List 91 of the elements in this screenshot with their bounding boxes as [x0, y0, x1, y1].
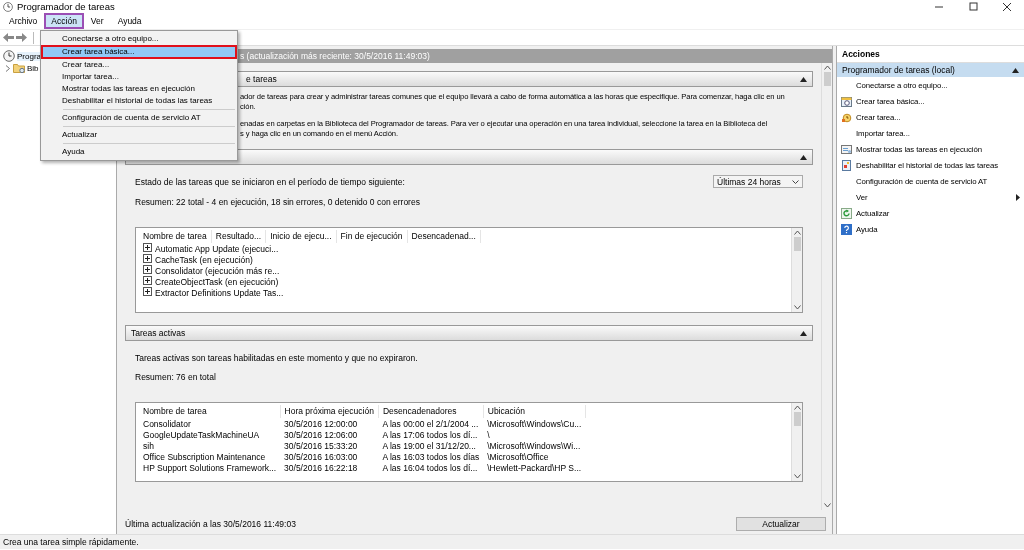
- table-cell-text: A las 16:03 todos los días: [381, 451, 481, 462]
- table-cell-text: Office Subscription Maintenance: [142, 451, 267, 462]
- table-cell: sih: [139, 440, 281, 451]
- table-cell-text: 30/5/2016 16:22:18: [283, 462, 359, 473]
- scrollbar[interactable]: [821, 63, 832, 510]
- table-cell: A las 00:00 el 2/1/2004 ...: [378, 418, 484, 429]
- clock-icon: [841, 111, 852, 123]
- collapse-caret-icon[interactable]: [1012, 67, 1019, 73]
- expand-icon[interactable]: [143, 254, 152, 263]
- scrollbar-thumb[interactable]: [823, 72, 831, 86]
- table-cell-text: HP Support Solutions Framework...: [142, 462, 278, 473]
- table-cell[interactable]: Consolidator (ejecución más re...: [155, 265, 280, 276]
- back-arrow-icon[interactable]: [3, 33, 14, 42]
- expand-icon[interactable]: [143, 276, 152, 285]
- expand-icon[interactable]: [143, 287, 152, 296]
- document-icon: [841, 159, 852, 171]
- table-cell-text: A las 17:06 todos los dí...: [381, 429, 479, 440]
- table-cell[interactable]: Automatic App Update (ejecuci...: [155, 243, 279, 254]
- scrollbar[interactable]: [791, 403, 802, 481]
- table-cell-text: \Microsoft\Windows\Wi...: [486, 440, 582, 451]
- tree-item[interactable]: Progra: [17, 51, 41, 61]
- refresh-button[interactable]: Actualizar: [736, 517, 826, 531]
- panel-header[interactable]: Tareas activas: [125, 325, 813, 341]
- column-header[interactable]: Desencadenadores: [378, 405, 484, 418]
- menu-item[interactable]: Ayuda: [42, 146, 236, 158]
- column-header[interactable]: Nombre de tarea: [139, 405, 281, 418]
- tree-item[interactable]: Bib: [27, 63, 39, 73]
- table-cell-text: \: [486, 429, 491, 440]
- column-header[interactable]: Fin de ejecución: [336, 230, 407, 243]
- summary-text: Resumen: 22 total - 4 en ejecución, 18 sin errores, 0 detenido 0 con errores: [135, 197, 421, 207]
- table-cell-text: A las 19:00 el 31/12/20...: [381, 440, 477, 451]
- table-cell: \Microsoft\Windows\Cu...: [483, 418, 586, 429]
- table-cell[interactable]: Extractor Definitions Update Tas...: [155, 287, 284, 298]
- scroll-down-icon[interactable]: [793, 305, 801, 310]
- table-cell: Consolidator: [139, 418, 281, 429]
- collapse-caret-icon[interactable]: [800, 330, 807, 336]
- menu-item[interactable]: Conectarse a otro equipo...: [42, 33, 236, 45]
- section-header[interactable]: Programador de tareas (local): [837, 63, 1024, 77]
- menu-item[interactable]: Actualizar: [42, 129, 236, 141]
- submenu-arrow-icon: [1016, 193, 1020, 201]
- menu-item[interactable]: Crear tarea...: [42, 59, 236, 71]
- last-update-text: Última actualización a las 30/5/2016 11:49:03: [125, 519, 296, 529]
- table-cell-text: \Microsoft\Office: [486, 451, 550, 462]
- scroll-down-icon[interactable]: [793, 474, 801, 479]
- calendar-icon: [841, 95, 852, 107]
- menu-item[interactable]: Configuración de cuenta de servicio AT: [42, 112, 236, 124]
- column-header[interactable]: Hora próxima ejecución: [280, 405, 379, 418]
- help-icon: [841, 223, 852, 235]
- description-text: Tareas activas son tareas habilitadas en este momento y que no expiraron.: [135, 353, 419, 363]
- menu-item[interactable]: Acción: [44, 13, 84, 29]
- scrollbar[interactable]: [791, 228, 802, 312]
- table-cell-text: A las 16:04 todos los dí...: [381, 462, 479, 473]
- column-header[interactable]: Inicio de ejecu...: [265, 230, 337, 243]
- window-title: Programador de tareas: [17, 1, 116, 12]
- forward-arrow-icon[interactable]: [16, 33, 27, 42]
- clock-icon: [3, 50, 15, 62]
- table-cell[interactable]: CacheTask (en ejecución): [155, 254, 253, 265]
- folder-icon: [13, 63, 25, 73]
- collapse-caret-icon[interactable]: [800, 154, 807, 160]
- scrollbar-thumb[interactable]: [793, 412, 801, 426]
- expand-icon[interactable]: [143, 265, 152, 274]
- scroll-up-icon[interactable]: [793, 230, 801, 235]
- period-dropdown[interactable]: Últimas 24 horas: [713, 175, 803, 188]
- status-text: Crea una tarea simple rápidamente.: [0, 534, 1024, 549]
- table-cell-text: \Hewlett-Packard\HP S...: [486, 462, 583, 473]
- description-text: Estado de las tareas que se iniciaron en el período de tiempo siguiente:: [135, 176, 405, 187]
- summary-text: Resumen: 76 en total: [135, 372, 217, 382]
- scroll-down-icon[interactable]: [823, 503, 831, 508]
- table-cell-text: 30/5/2016 12:06:00: [283, 429, 359, 440]
- column-header[interactable]: Resultado...: [211, 230, 266, 243]
- scrollbar-thumb[interactable]: [793, 237, 801, 251]
- chevron-right-icon[interactable]: [5, 64, 11, 72]
- menu-item[interactable]: Crear tarea básica...: [41, 45, 237, 59]
- scroll-up-icon[interactable]: [793, 405, 801, 410]
- refresh-icon: [841, 207, 852, 219]
- table-cell: 30/5/2016 12:00:00: [280, 418, 379, 429]
- table-cell-text: 30/5/2016 15:33:20: [283, 440, 359, 451]
- window-list-icon: [841, 143, 852, 155]
- table-cell-text: GoogleUpdateTaskMachineUA: [142, 429, 261, 440]
- table-cell-text: 30/5/2016 16:03:00: [283, 451, 359, 462]
- table-cell[interactable]: CreateObjectTask (en ejecución): [155, 276, 279, 287]
- menu-item[interactable]: Deshabilitar el historial de todas las tareas: [42, 95, 236, 107]
- expand-icon[interactable]: [143, 243, 152, 252]
- menu-item[interactable]: Ver: [83, 13, 111, 29]
- column-header[interactable]: Ubicación: [483, 405, 586, 418]
- column-header[interactable]: Desencadenad...: [407, 230, 481, 243]
- chevron-down-icon: [792, 179, 799, 184]
- menu-item[interactable]: Archivo: [2, 13, 45, 29]
- menu-item[interactable]: Ayuda: [110, 13, 149, 29]
- collapse-caret-icon[interactable]: [800, 76, 807, 82]
- scroll-up-icon[interactable]: [823, 65, 831, 70]
